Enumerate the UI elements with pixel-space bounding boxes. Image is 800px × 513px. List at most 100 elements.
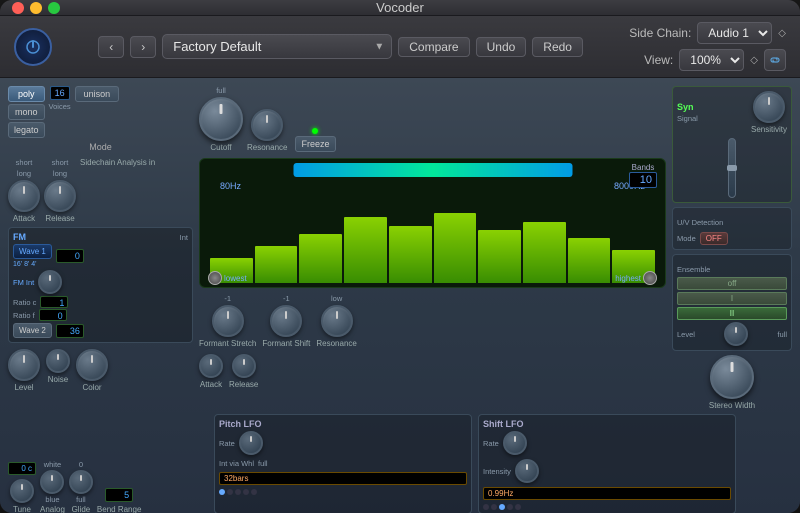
ratio-f-display: 0 <box>39 309 67 321</box>
poly-button[interactable]: poly <box>8 86 45 102</box>
glide-zero-label: 0 <box>79 460 83 469</box>
attack-knob[interactable] <box>8 180 40 212</box>
stereo-width-knob[interactable] <box>710 355 754 399</box>
mono-button[interactable]: mono <box>8 104 45 120</box>
lfo-wave-4[interactable] <box>243 489 249 495</box>
shift-lfo-display: 0.99Hz <box>483 487 731 500</box>
release-knob[interactable] <box>44 180 76 212</box>
view-dropdown[interactable]: 100% <box>679 49 744 71</box>
bands-value: 10 <box>629 172 657 188</box>
analog-knob[interactable] <box>40 470 64 494</box>
formant-stretch-control: -1 Formant Stretch <box>199 294 256 348</box>
compare-button[interactable]: Compare <box>398 37 469 57</box>
tune-control: 0 c Tune <box>8 462 36 513</box>
undo-button[interactable]: Undo <box>476 37 527 57</box>
level-knob[interactable] <box>8 349 40 381</box>
preset-dropdown[interactable]: Factory Default <box>162 34 392 59</box>
spec-bar-2 <box>255 246 298 283</box>
ensemble-label: Ensemble <box>677 265 710 274</box>
wave1-button[interactable]: Wave 1 <box>13 244 52 259</box>
cutoff-knob[interactable] <box>199 97 243 141</box>
toolbar-left <box>14 28 52 66</box>
freq-labels: 80Hz 8000Hz <box>200 181 665 191</box>
resonance2-knob[interactable] <box>321 305 353 337</box>
signal-fader[interactable] <box>728 138 736 198</box>
freq-high-handle[interactable] <box>643 271 657 285</box>
ensemble-section: Ensemble off I II Level full <box>672 254 792 351</box>
intensity-knob[interactable] <box>515 459 539 483</box>
release-label: Release <box>45 214 74 223</box>
filter-attack-knob[interactable] <box>199 354 223 378</box>
full-label2: full <box>258 459 268 468</box>
shift-lfo-label: Shift LFO <box>483 419 731 429</box>
filter-release-knob[interactable] <box>232 354 256 378</box>
fm-section: FM Int Wave 1 16' 8' 4' 0 FM Int <box>8 227 193 343</box>
side-chain-dropdown[interactable]: Audio 1 <box>697 22 772 44</box>
shift-lfo-rate-knob[interactable] <box>503 431 527 455</box>
lfo-wave-5[interactable] <box>251 489 257 495</box>
shift-lfo-wave-3[interactable] <box>499 504 505 510</box>
rate-label2: Rate <box>483 439 499 448</box>
attack-label: Attack <box>13 214 35 223</box>
shift-lfo-wave-4[interactable] <box>507 504 513 510</box>
wave1-display: 0 <box>56 249 84 263</box>
shift-lfo-wave-1[interactable] <box>483 504 489 510</box>
spec-bar-7 <box>478 230 521 283</box>
wave2-button[interactable]: Wave 2 <box>13 323 52 338</box>
bands-display-group: Bands 10 <box>629 163 657 188</box>
minimize-button[interactable] <box>30 2 42 14</box>
freq-low-handle[interactable] <box>208 271 222 285</box>
spec-bar-9 <box>568 238 611 283</box>
ensemble-ii-button[interactable]: II <box>677 307 787 320</box>
maximize-button[interactable] <box>48 2 60 14</box>
cutoff-control: full Cutoff <box>199 86 243 152</box>
lfo-wave-2[interactable] <box>227 489 233 495</box>
color-label: Color <box>82 383 101 392</box>
fm-label: FM <box>13 232 26 242</box>
formant-shift-label: Formant Shift <box>262 339 310 348</box>
voices-label: Voices <box>49 102 71 111</box>
uv-mode-button[interactable]: OFF <box>700 232 728 245</box>
window-controls <box>12 2 60 14</box>
resonance2-label: Resonance <box>316 339 356 348</box>
lfo-wave-3[interactable] <box>235 489 241 495</box>
tune-label: Tune <box>13 505 31 513</box>
redo-button[interactable]: Redo <box>532 37 583 57</box>
shift-lfo-wave-2[interactable] <box>491 504 497 510</box>
resonance-knob[interactable] <box>251 109 283 141</box>
glide-knob[interactable] <box>69 470 93 494</box>
legato-button[interactable]: legato <box>8 122 45 138</box>
power-button[interactable] <box>14 28 52 66</box>
back-button[interactable]: ‹ <box>98 36 124 58</box>
lfo-wave-1[interactable] <box>219 489 225 495</box>
ensemble-i-button[interactable]: I <box>677 292 787 305</box>
formant-shift-knob[interactable] <box>270 305 302 337</box>
sensitivity-knob[interactable] <box>753 91 785 123</box>
white-label: white <box>44 460 62 469</box>
level-control: Level <box>8 349 40 392</box>
tune-knob[interactable] <box>10 479 34 503</box>
attack-short-label: short <box>16 158 33 167</box>
close-button[interactable] <box>12 2 24 14</box>
syn-section: Syn Signal Sensitivity <box>672 86 792 203</box>
fm-int-label2: FM Int <box>13 278 34 287</box>
tune-glide-section: 0 c Tune white blue Analog 0 full Glide <box>8 414 208 513</box>
formant-stretch-knob[interactable] <box>212 305 244 337</box>
shift-lfo-wave-5[interactable] <box>515 504 521 510</box>
link-button[interactable] <box>764 49 786 71</box>
ratio-f-label: Ratio f <box>13 311 35 320</box>
side-chain-diamond-icon: ◇ <box>778 28 786 39</box>
bend-range-label: Bend Range <box>97 505 141 513</box>
analog-label: Analog <box>40 505 65 513</box>
ensemble-level-knob[interactable] <box>724 322 748 346</box>
fm-int-knob[interactable] <box>38 270 62 294</box>
freeze-button[interactable]: Freeze <box>295 136 335 152</box>
noise-knob[interactable] <box>46 349 70 373</box>
level-label: Level <box>14 383 33 392</box>
color-knob[interactable] <box>76 349 108 381</box>
unison-button[interactable]: unison <box>75 86 120 102</box>
pitch-lfo-rate-knob[interactable] <box>239 431 263 455</box>
highest-label: highest <box>615 274 641 283</box>
forward-button[interactable]: › <box>130 36 156 58</box>
ensemble-off-button[interactable]: off <box>677 277 787 290</box>
